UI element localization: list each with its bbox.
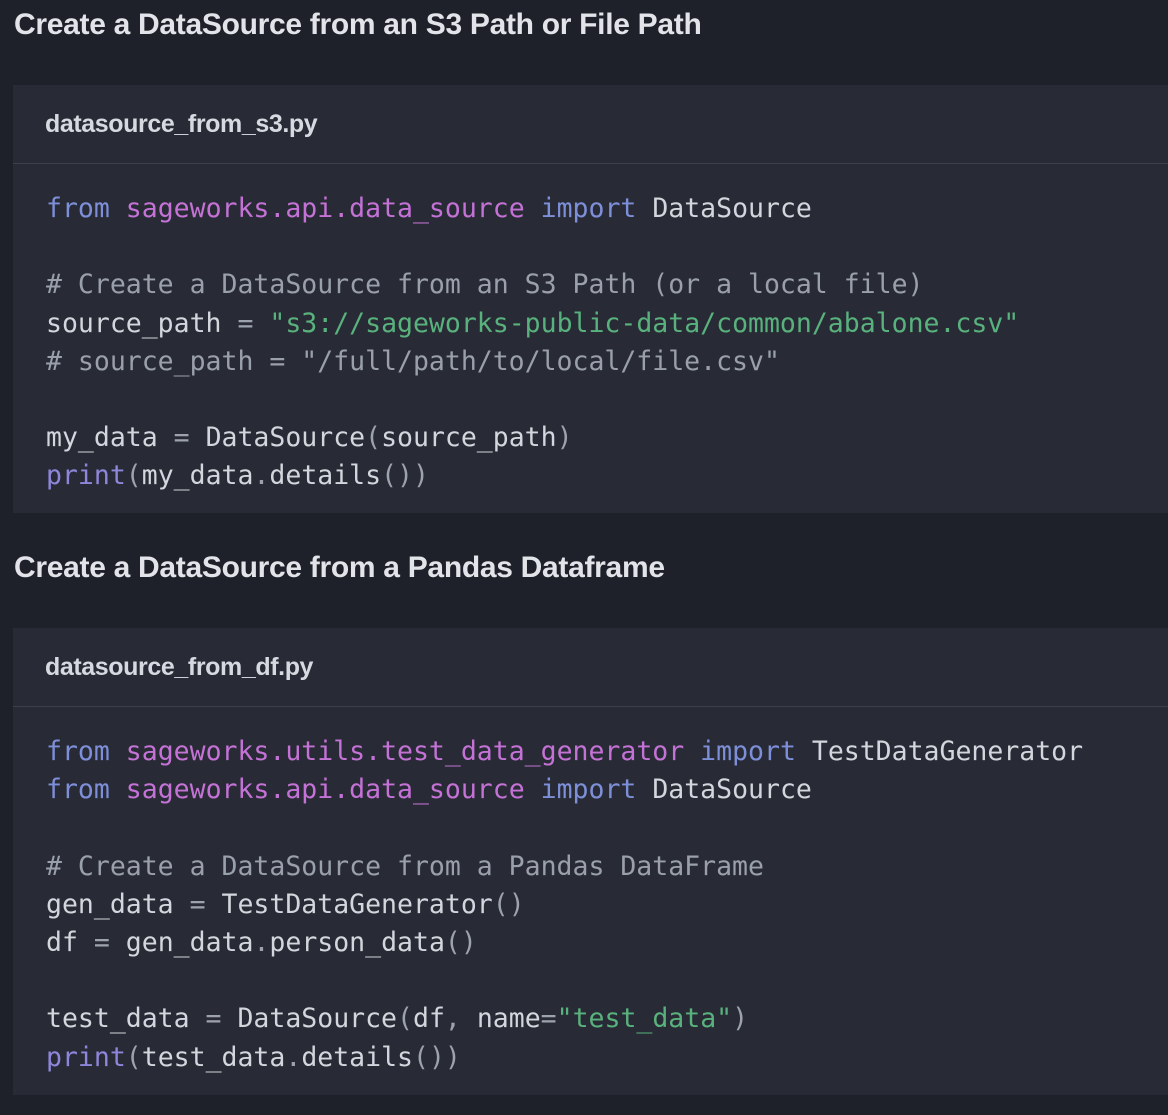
code-line: print(my_data.details()): [46, 457, 1168, 495]
code-text: DataSource: [221, 1003, 398, 1035]
keyword-token: import: [540, 774, 637, 806]
punctuation-token: (): [492, 888, 525, 920]
code-text: gen_data: [46, 888, 190, 920]
code-line: test_data = DataSource(df, name="test_da…: [46, 1000, 1168, 1038]
code-line: my_data = DataSource(source_path): [46, 419, 1168, 457]
punctuation-token: ): [556, 422, 573, 454]
code-line: gen_data = TestDataGenerator(): [46, 886, 1168, 924]
punctuation-token: (: [365, 422, 382, 454]
section-heading-dataframe: Create a DataSource from a Pandas Datafr…: [14, 551, 665, 584]
code-text: TestDataGenerator: [795, 736, 1084, 767]
code-line: source_path = "s3://sageworks-public-dat…: [46, 305, 1168, 343]
keyword-token: import: [540, 193, 637, 224]
code-block-s3: datasource_from_s3.py from sageworks.api…: [13, 85, 1168, 513]
code-text: DataSource: [636, 774, 812, 806]
code-line: # source_path = "/full/path/to/local/fil…: [46, 343, 1168, 381]
code-text: source_path: [46, 307, 238, 339]
module-token: sageworks.api.data_source: [125, 774, 525, 806]
comment-token: # Create a DataSource from an S3 Path (o…: [46, 269, 924, 301]
code-line: print(test_data.details()): [46, 1039, 1168, 1077]
code-line: df = gen_data.person_data(): [46, 924, 1168, 962]
punctuation-token: =: [189, 888, 206, 920]
punctuation-token: (: [125, 1041, 142, 1073]
code-text: name: [460, 1003, 541, 1035]
punctuation-token: (: [125, 460, 142, 492]
blank-code-line: [46, 962, 1168, 1000]
module-token: sageworks.utils.test_data_generator: [125, 736, 685, 767]
code-text: person_data: [269, 926, 445, 958]
code-line: # Create a DataSource from a Pandas Data…: [46, 848, 1168, 886]
section-heading-s3: Create a DataSource from an S3 Path or F…: [14, 8, 702, 41]
blank-code-line: [46, 228, 1168, 266]
code-text: test_data: [46, 1003, 206, 1035]
punctuation-token: .: [285, 1041, 302, 1073]
code-text: DataSource: [189, 422, 366, 454]
code-line: from sageworks.api.data_source import Da…: [46, 771, 1168, 809]
code-text: df: [46, 926, 94, 958]
comment-token: # Create a DataSource from a Pandas Data…: [46, 850, 764, 882]
punctuation-token: (: [397, 1003, 413, 1035]
string-token: "test_data": [556, 1003, 733, 1035]
punctuation-token: ()): [381, 460, 429, 492]
punctuation-token: =: [173, 422, 190, 454]
punctuation-token: ): [732, 1003, 749, 1035]
code-line: # Create a DataSource from an S3 Path (o…: [46, 266, 1168, 304]
blank-code-line: [46, 809, 1168, 847]
code-filename: datasource_from_s3.py: [13, 85, 1168, 164]
code-body[interactable]: from sageworks.api.data_source import Da…: [13, 164, 1168, 496]
punctuation-token: (): [444, 926, 477, 958]
code-body[interactable]: from sageworks.utils.test_data_generator…: [13, 707, 1168, 1077]
punctuation-token: .: [253, 926, 270, 958]
comment-token: # source_path = "/full/path/to/local/fil…: [46, 345, 780, 377]
punctuation-token: =: [93, 926, 110, 958]
code-line: from sageworks.utils.test_data_generator…: [46, 733, 1168, 771]
code-block-dataframe: datasource_from_df.py from sageworks.uti…: [13, 628, 1168, 1095]
function-token: print: [46, 460, 126, 492]
keyword-token: from: [46, 774, 110, 806]
code-text: DataSource: [636, 193, 812, 224]
punctuation-token: =: [237, 307, 254, 339]
code-text: df: [412, 1003, 445, 1035]
function-token: print: [46, 1041, 126, 1073]
punctuation-token: =: [205, 1003, 222, 1035]
punctuation-token: ,: [444, 1003, 461, 1035]
code-filename: datasource_from_df.py: [13, 628, 1168, 707]
punctuation-token: =: [540, 1003, 557, 1035]
code-text: TestDataGenerator: [205, 888, 493, 920]
code-text: details: [301, 1041, 413, 1073]
code-text: my_data: [46, 422, 174, 454]
punctuation-token: .: [253, 460, 270, 492]
punctuation-token: ()): [413, 1041, 461, 1073]
code-text: source_path: [381, 422, 557, 454]
code-text: details: [269, 460, 382, 492]
blank-code-line: [46, 381, 1168, 419]
keyword-token: from: [46, 193, 110, 224]
code-text: test_data: [141, 1041, 286, 1073]
keyword-token: from: [46, 736, 110, 767]
keyword-token: import: [700, 736, 796, 767]
code-line: from sageworks.api.data_source import Da…: [46, 190, 1168, 228]
module-token: sageworks.api.data_source: [125, 193, 525, 224]
code-text: my_data: [141, 460, 254, 492]
string-token: "s3://sageworks-public-data/common/abalo…: [269, 307, 1020, 339]
code-text: gen_data: [109, 926, 254, 958]
